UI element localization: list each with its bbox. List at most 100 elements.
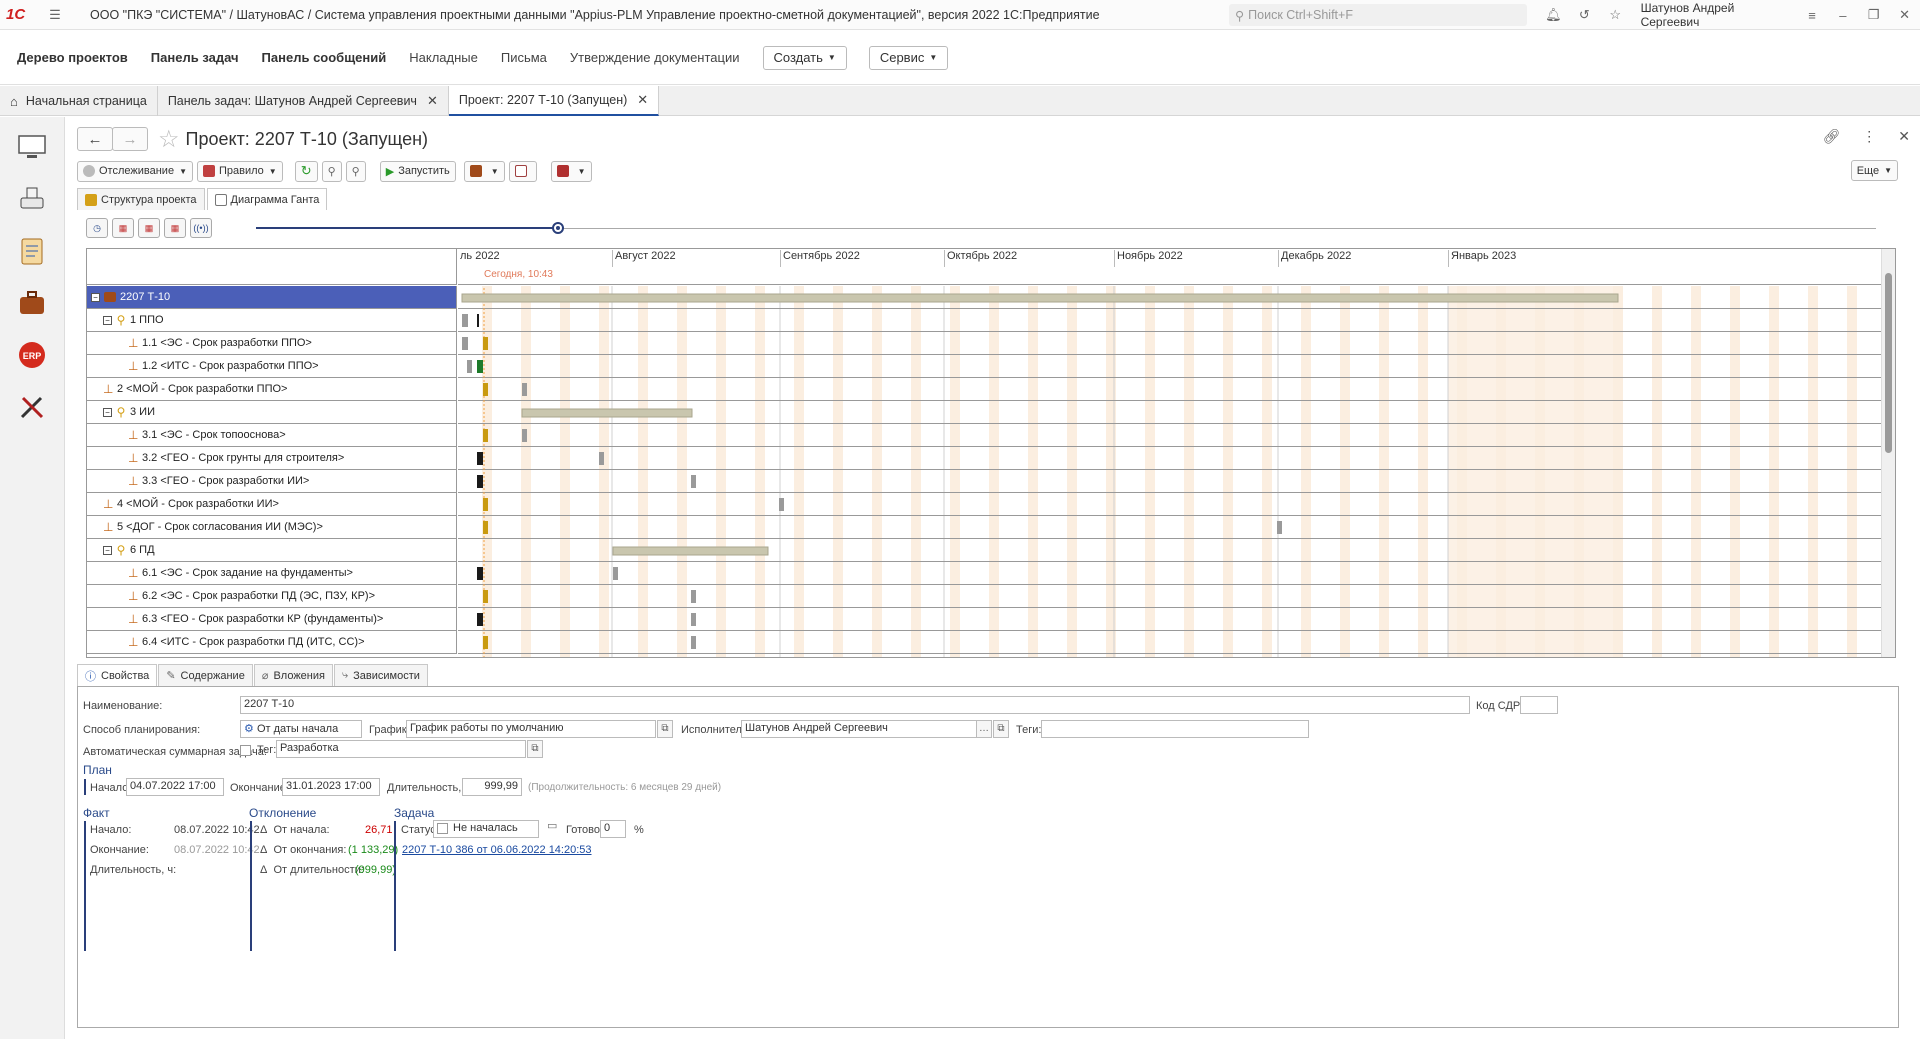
menu-message-panel[interactable]: Панель сообщений	[262, 50, 387, 65]
tab-attachments[interactable]: ⌀ Вложения	[253, 664, 333, 686]
more-button[interactable]: Еще ▼	[1850, 160, 1898, 181]
open-icon[interactable]: ⧉	[657, 720, 673, 738]
status-field[interactable]: Не началась	[433, 820, 539, 838]
tag-field[interactable]: Разработка	[276, 740, 526, 758]
settings-menu-icon[interactable]: ≡	[1804, 6, 1821, 24]
current-user[interactable]: Шатунов Андрей Сергеевич	[1641, 1, 1787, 29]
broadcast-icon[interactable]: ((•))	[190, 218, 212, 238]
erp-icon[interactable]: ERP	[10, 333, 54, 377]
stamp-icon[interactable]	[10, 177, 54, 221]
gantt-task-row[interactable]: ⊥ 3.1 <ЭС - Срок топооснова>	[87, 424, 456, 447]
planning-method-field[interactable]: ⚙ От даты начала	[240, 720, 362, 738]
close-form-icon[interactable]: ✕	[1898, 128, 1910, 145]
refresh-button[interactable]: ↻	[294, 160, 318, 182]
task-bar	[691, 613, 696, 626]
close-icon[interactable]: ✕	[427, 93, 438, 109]
more-vertical-icon[interactable]: ⋮	[1862, 128, 1876, 145]
forward-button[interactable]: →	[112, 127, 148, 151]
tab-project[interactable]: Проект: 2207 Т-10 (Запущен) ✕	[448, 86, 660, 116]
gantt-task-row[interactable]: ⊥ 6.3 <ГЕО - Срок разработки КР (фундамен…	[87, 608, 456, 631]
collapse-toggle-icon[interactable]: −	[103, 315, 112, 325]
close-window-icon[interactable]: ✕	[1896, 6, 1913, 24]
gantt-task-row[interactable]: ⊥ 2 <МОЙ - Срок разработки ППО>	[87, 378, 456, 401]
calendar-month-icon[interactable]: ▦	[164, 218, 186, 238]
start-button[interactable]: ▶ Запустить	[379, 160, 456, 182]
collapse-toggle-icon[interactable]: −	[91, 292, 100, 302]
gantt-task-row[interactable]: ⊥ 6.1 <ЭС - Срок задание на фундаменты>	[87, 562, 456, 585]
gantt-task-row[interactable]: ⊥ 6.4 <ИТС - Срок разработки ПД (ИТС, СС)…	[87, 631, 456, 654]
menu-project-tree[interactable]: Дерево проектов	[17, 50, 128, 65]
global-search-input[interactable]: ⚲ Поиск Ctrl+Shift+F	[1229, 4, 1527, 26]
briefcase-icon[interactable]	[10, 281, 54, 325]
schedule-field[interactable]: График работы по умолчанию	[406, 720, 656, 738]
gantt-task-row[interactable]: − ⚲ 6 ПД	[87, 539, 456, 562]
menu-task-panel[interactable]: Панель задач	[151, 50, 239, 65]
favorite-star-icon[interactable]: ☆	[158, 125, 180, 154]
minimize-icon[interactable]: –	[1834, 6, 1851, 24]
scrollbar-thumb[interactable]	[1885, 273, 1892, 453]
task-link[interactable]: 2207 Т-10 386 от 06.06.2022 14:20:53	[402, 844, 592, 856]
menu-letters[interactable]: Письма	[501, 50, 547, 65]
gantt-task-row[interactable]: ⊥ 4 <МОЙ - Срок разработки ИИ>	[87, 493, 456, 516]
tags-field[interactable]	[1041, 720, 1309, 738]
tracking-button[interactable]: Отслеживание ▼	[77, 160, 193, 182]
tools-icon[interactable]	[10, 385, 54, 429]
menu-invoices[interactable]: Накладные	[409, 50, 478, 65]
ready-field[interactable]: 0	[600, 820, 626, 838]
slider-handle[interactable]	[552, 222, 564, 234]
calendar-week-icon[interactable]: ▦	[138, 218, 160, 238]
history-icon[interactable]: ↺	[1576, 6, 1593, 24]
star-icon[interactable]: ☆	[1607, 6, 1624, 24]
plan-end-field[interactable]: 31.01.2023 17:00	[282, 778, 380, 796]
gantt-task-row[interactable]: − 2207 Т-10	[87, 286, 456, 309]
vertical-scrollbar[interactable]	[1881, 249, 1895, 657]
portfolio-button[interactable]: ▼	[463, 160, 505, 182]
open-icon[interactable]: ⧉	[993, 720, 1009, 738]
zoom-in-button[interactable]: ⚲	[345, 160, 366, 182]
duration-field[interactable]: 999,99	[462, 778, 522, 796]
gantt-task-row[interactable]: − ⚲ 1 ППО	[87, 309, 456, 332]
restore-icon[interactable]: ❐	[1865, 6, 1882, 24]
tools-button[interactable]: ▼	[550, 160, 592, 182]
gantt-task-row[interactable]: − ⚲ 3 ИИ	[87, 401, 456, 424]
close-icon[interactable]: ✕	[637, 92, 648, 108]
back-button[interactable]: ←	[77, 127, 113, 151]
calendar-day-icon[interactable]: ▦	[112, 218, 134, 238]
gantt-task-row[interactable]: ⊥ 1.1 <ЭС - Срок разработки ППО>	[87, 332, 456, 355]
gantt-task-row[interactable]: ⊥ 6.2 <ЭС - Срок разработки ПД (ЭС, ПЗУ, …	[87, 585, 456, 608]
rule-button[interactable]: Правило ▼	[196, 160, 283, 182]
tab-project-structure[interactable]: Структура проекта	[77, 188, 205, 210]
name-field[interactable]: 2207 Т-10	[240, 696, 1470, 714]
gantt-bars[interactable]	[458, 286, 1896, 658]
tab-task-panel[interactable]: Панель задач: Шатунов Андрей Сергеевич ✕	[158, 86, 449, 116]
collapse-toggle-icon[interactable]: −	[103, 407, 112, 417]
link-icon[interactable]: 🔗︎	[1822, 128, 1840, 145]
zoom-out-button[interactable]: ⚲	[321, 160, 342, 182]
sdr-code-field[interactable]	[1520, 696, 1558, 714]
desktop-icon[interactable]	[10, 125, 54, 169]
gantt-task-row[interactable]: ⊥ 3.3 <ГЕО - Срок разработки ИИ>	[87, 470, 456, 493]
clock-icon[interactable]: ◷	[86, 218, 108, 238]
plan-start-field[interactable]: 04.07.2022 17:00	[126, 778, 224, 796]
bell-icon[interactable]: 🔔︎	[1545, 6, 1562, 24]
checklist-icon[interactable]	[10, 229, 54, 273]
tab-content[interactable]: ✎ Содержание	[158, 664, 253, 686]
tab-dependencies[interactable]: ⤷ Зависимости	[333, 664, 428, 686]
select-button[interactable]: …	[976, 720, 992, 738]
collapse-toggle-icon[interactable]: −	[103, 545, 112, 555]
menu-doc-approval[interactable]: Утверждение документации	[570, 50, 740, 65]
gantt-task-row[interactable]: ⊥ 3.2 <ГЕО - Срок грунты для строителя>	[87, 447, 456, 470]
gantt-task-row[interactable]: ⊥ 1.2 <ИТС - Срок разработки ППО>	[87, 355, 456, 378]
create-button[interactable]: Создать ▼	[762, 45, 847, 70]
gantt-task-row[interactable]: ⊥ 5 <ДОГ - Срок согласования ИИ (МЭС)>	[87, 516, 456, 539]
tab-home[interactable]: ⌂ Начальная страница	[0, 86, 158, 116]
tab-gantt[interactable]: Диаграмма Ганта	[206, 188, 328, 210]
executor-field[interactable]: Шатунов Андрей Сергеевич	[741, 720, 977, 738]
service-button[interactable]: Сервис ▼	[868, 45, 949, 70]
auto-summary-checkbox[interactable]	[240, 745, 251, 756]
report-button[interactable]	[508, 160, 537, 182]
open-icon[interactable]: ⧉	[527, 740, 543, 758]
timescale-slider[interactable]	[256, 222, 1876, 234]
hamburger-menu-icon[interactable]: ☰	[46, 6, 64, 24]
tab-properties[interactable]: ⓘ Свойства	[77, 664, 158, 686]
